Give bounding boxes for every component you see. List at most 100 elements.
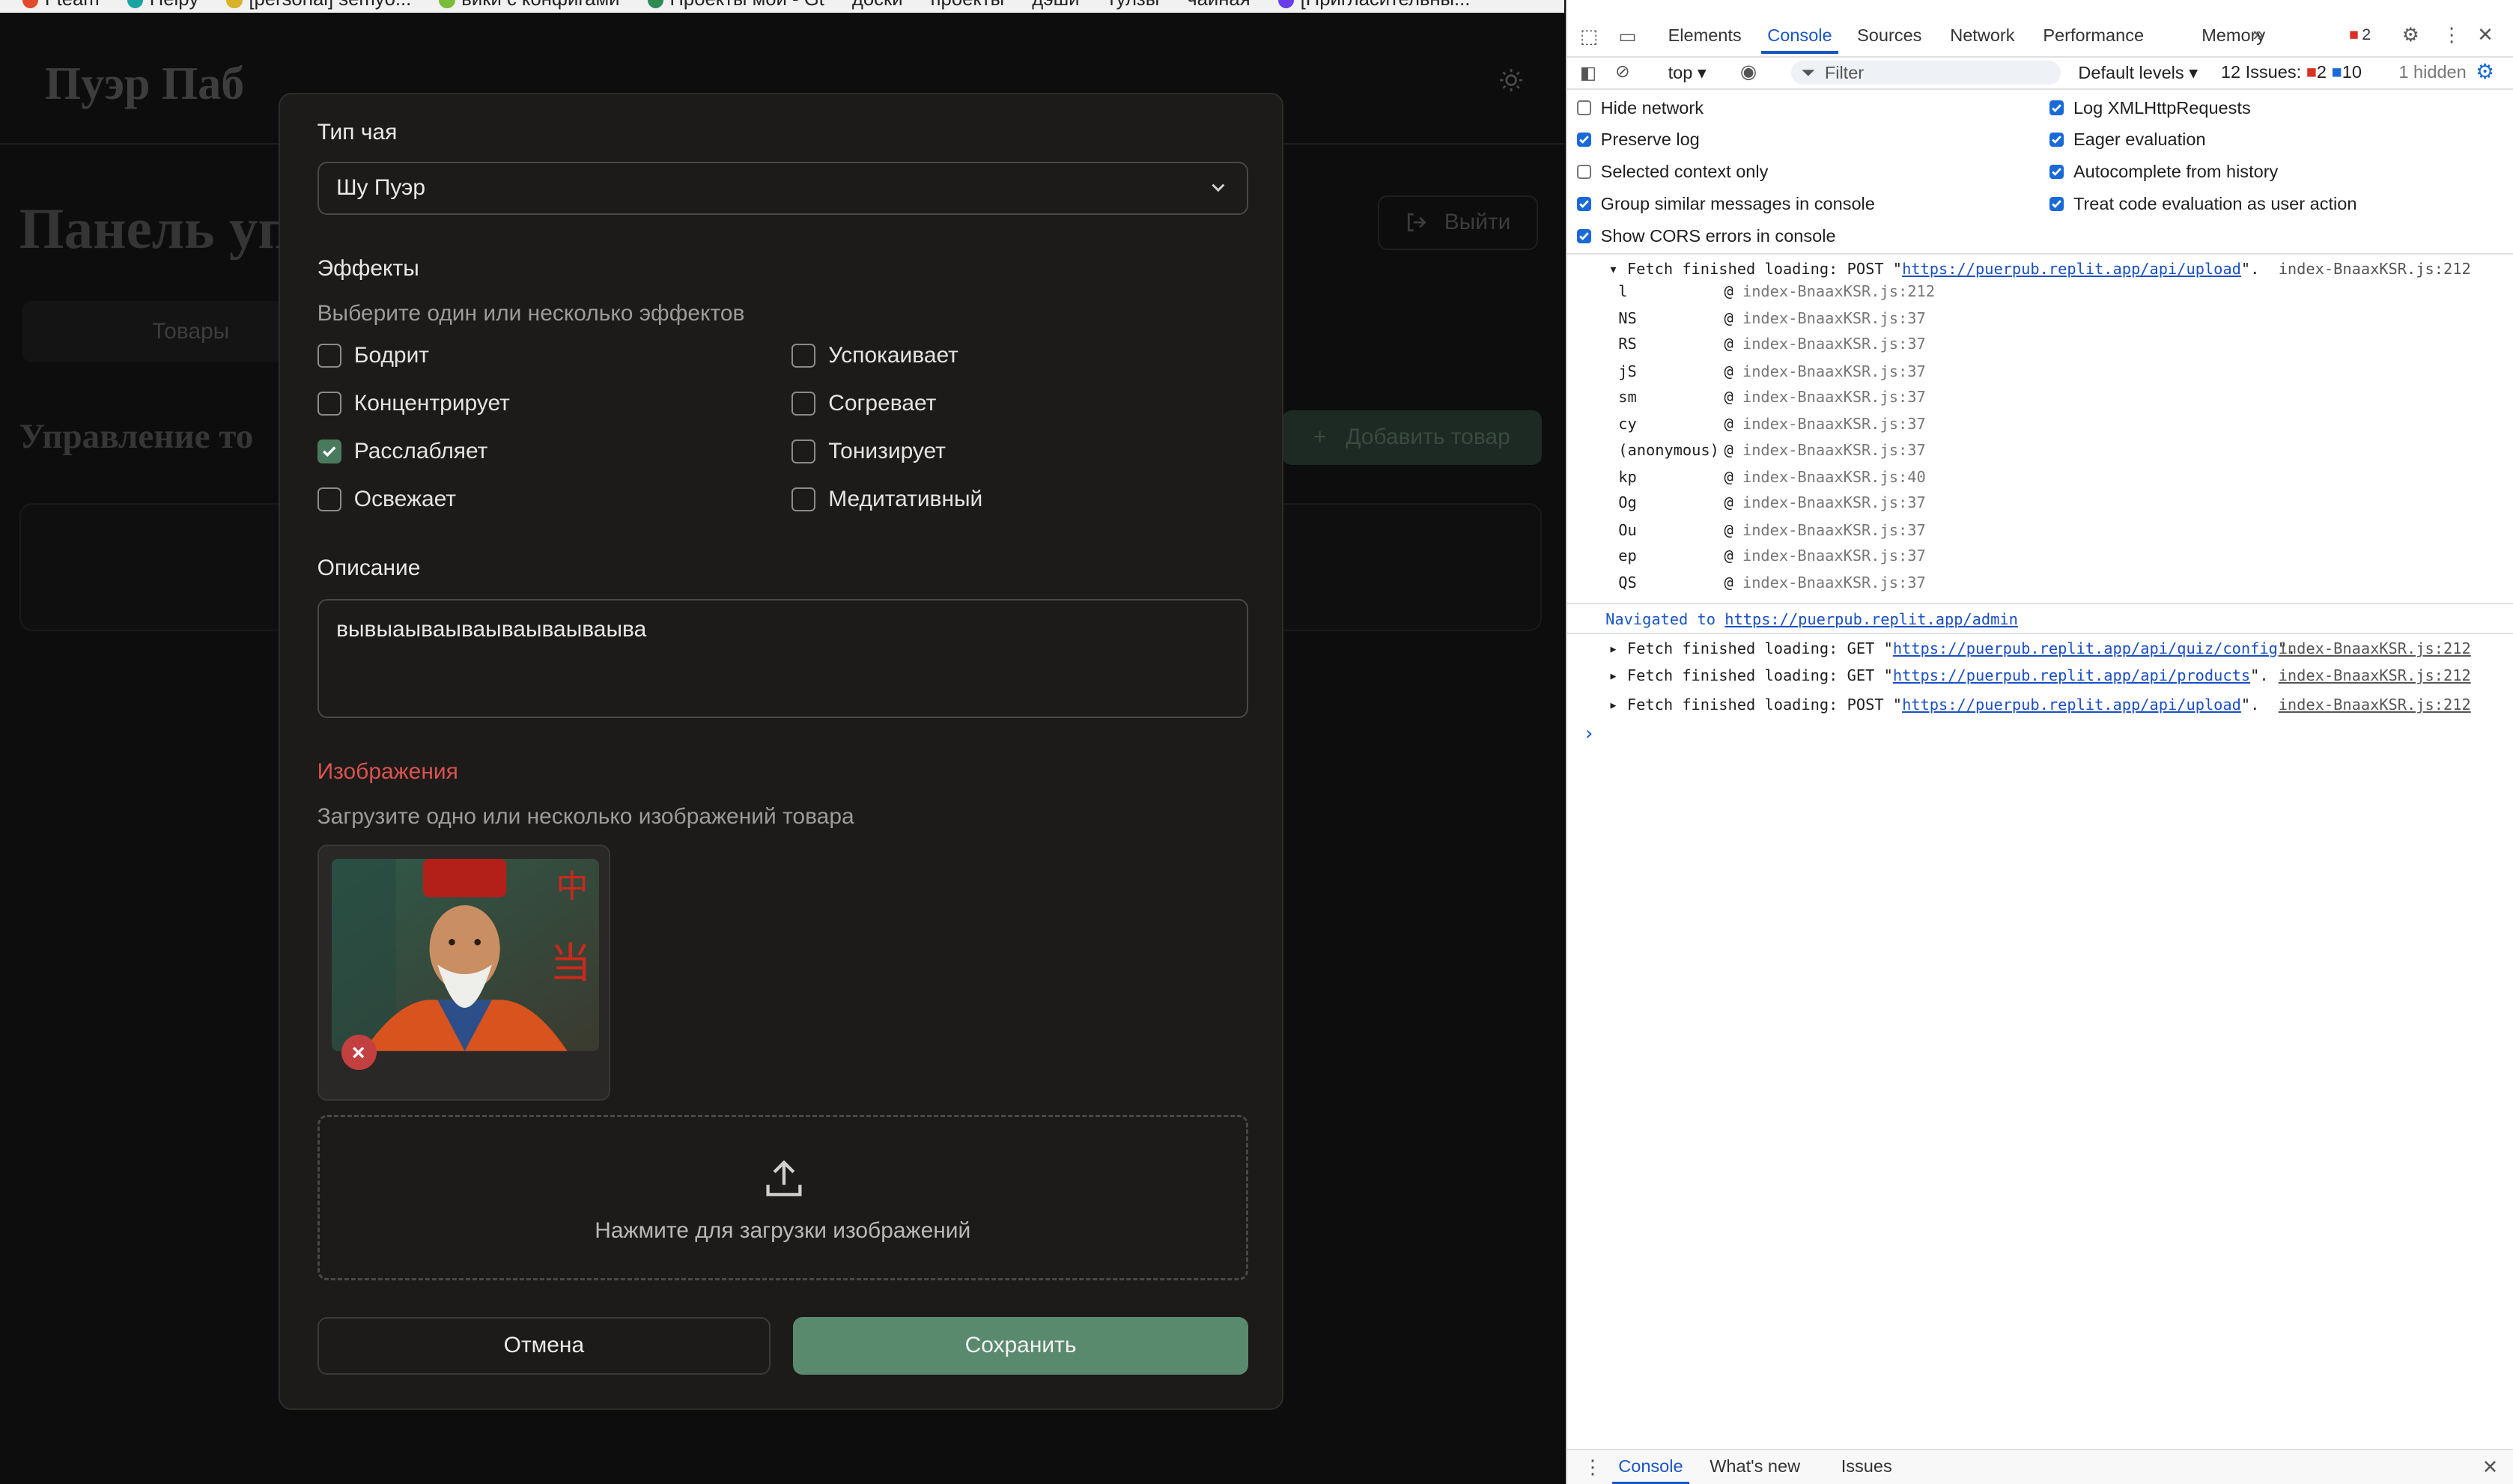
- drawer-tab-console[interactable]: Console: [1611, 1456, 1690, 1484]
- log-url-link[interactable]: https://puerpub.replit.app/api/products: [1893, 666, 2250, 684]
- log-url-link[interactable]: https://puerpub.replit.app/api/quiz/conf…: [1893, 639, 2278, 657]
- close-icon[interactable]: ✕: [2477, 24, 2494, 46]
- tea-type-select[interactable]: Шу Пуэр: [317, 161, 1248, 215]
- expand-triangle-icon[interactable]: ▸: [1608, 696, 1617, 714]
- bookmark-folder[interactable]: чайная: [1187, 0, 1250, 10]
- stack-frame-link[interactable]: index-BnaaxKSR.js:37: [1742, 335, 1926, 353]
- checkbox-box[interactable]: [791, 487, 816, 512]
- option-group-similar[interactable]: Group similar messages in console: [1576, 194, 1875, 214]
- add-product-button[interactable]: + Добавить товар: [1282, 410, 1542, 465]
- log-source-link[interactable]: index-BnaaxKSR.js:212: [2279, 666, 2471, 684]
- console-message[interactable]: ▸ Fetch finished loading: POST "https://…: [1608, 696, 2470, 714]
- checkbox-box[interactable]: [317, 343, 341, 368]
- log-source-link[interactable]: index-BnaaxKSR.js:212: [2279, 639, 2471, 657]
- tab-console[interactable]: Console: [1760, 25, 1839, 53]
- checkbox-box[interactable]: [317, 487, 341, 512]
- save-button[interactable]: Сохранить: [793, 1316, 1248, 1375]
- stack-frame-link[interactable]: index-BnaaxKSR.js:37: [1742, 441, 1926, 459]
- context-select[interactable]: top ▾: [1668, 62, 1707, 83]
- tab-sources[interactable]: Sources: [1857, 25, 1921, 46]
- checkbox[interactable]: [2049, 100, 2064, 115]
- checkbox[interactable]: [2049, 196, 2064, 212]
- log-url-link[interactable]: https://puerpub.replit.app/api/upload: [1902, 696, 2241, 714]
- checkbox[interactable]: [1576, 165, 1591, 180]
- image-upload-dropzone[interactable]: Нажмите для загрузки изображений: [317, 1115, 1248, 1280]
- bookmark-item[interactable]: Helpy: [127, 0, 198, 10]
- site-logo[interactable]: Пуэр Паб: [45, 58, 244, 111]
- option-selected-context[interactable]: Selected context only: [1576, 162, 1768, 182]
- stack-frame-link[interactable]: index-BnaaxKSR.js:40: [1742, 468, 1926, 486]
- inspect-icon[interactable]: ⬚: [1580, 25, 1598, 48]
- description-textarea[interactable]: вывыаываываываываываыва: [317, 599, 1248, 718]
- eye-icon[interactable]: ◉: [1740, 61, 1757, 83]
- option-log-xhr[interactable]: Log XMLHttpRequests: [2049, 98, 2251, 118]
- bookmark-folder[interactable]: проекты: [931, 0, 1004, 10]
- stack-frame-link[interactable]: index-BnaaxKSR.js:37: [1742, 309, 1926, 327]
- tab-elements[interactable]: Elements: [1668, 25, 1742, 46]
- logout-button[interactable]: Выйти: [1378, 195, 1539, 250]
- issues-counter[interactable]: 12 Issues: ■2 ■10: [2221, 62, 2362, 82]
- checkbox-box[interactable]: [791, 391, 816, 416]
- stack-frame-link[interactable]: index-BnaaxKSR.js:37: [1742, 362, 1926, 380]
- bookmark-folder[interactable]: доски: [852, 0, 903, 10]
- effect-checkbox[interactable]: Медитативный: [791, 487, 982, 512]
- bookmark-item[interactable]: вики с конфигами: [439, 0, 619, 10]
- bookmark-folder[interactable]: дэши: [1032, 0, 1079, 10]
- checkbox[interactable]: [2049, 165, 2064, 180]
- tab-network[interactable]: Network: [1950, 25, 2014, 46]
- clear-console-icon[interactable]: ⊘: [1615, 61, 1630, 82]
- effect-checkbox[interactable]: Согревает: [791, 391, 936, 416]
- gear-icon[interactable]: ⚙: [2402, 24, 2419, 46]
- drawer-tab-whats-new[interactable]: What's new: [1710, 1456, 1800, 1477]
- navigated-url-link[interactable]: https://puerpub.replit.app/admin: [1725, 610, 2018, 628]
- checkbox-box[interactable]: [791, 440, 816, 464]
- bookmark-item[interactable]: [personal] semyo...: [226, 0, 411, 10]
- drawer-tab-issues[interactable]: Issues: [1841, 1456, 1892, 1477]
- stack-frame-link[interactable]: index-BnaaxKSR.js:37: [1742, 388, 1926, 406]
- close-drawer-icon[interactable]: ✕: [2482, 1456, 2499, 1479]
- bookmark-folder[interactable]: тулзы: [1107, 0, 1160, 10]
- effect-checkbox[interactable]: Освежает: [317, 487, 456, 512]
- tab-performance[interactable]: Performance: [2043, 25, 2144, 46]
- expand-triangle-icon[interactable]: ▸: [1608, 639, 1617, 657]
- kebab-menu-icon[interactable]: ⋮: [2442, 24, 2461, 46]
- checkbox-box[interactable]: [317, 440, 341, 464]
- stack-frame-link[interactable]: index-BnaaxKSR.js:37: [1742, 521, 1926, 539]
- checkbox[interactable]: [1576, 228, 1591, 243]
- error-badge[interactable]: ■ 2: [2349, 25, 2371, 44]
- checkbox[interactable]: [1576, 196, 1591, 212]
- log-url-link[interactable]: https://puerpub.replit.app/api/upload: [1902, 260, 2241, 278]
- console-prompt[interactable]: ›: [1583, 723, 1594, 745]
- option-autocomplete[interactable]: Autocomplete from history: [2049, 162, 2278, 182]
- stack-frame-link[interactable]: index-BnaaxKSR.js:37: [1742, 415, 1926, 433]
- expand-triangle-icon[interactable]: ▸: [1608, 666, 1617, 684]
- expand-triangle-icon[interactable]: ▾: [1608, 260, 1617, 278]
- checkbox-box[interactable]: [791, 343, 816, 368]
- checkbox[interactable]: [2049, 133, 2064, 148]
- bookmark-item[interactable]: [Пригласительны...: [1277, 0, 1470, 10]
- effect-checkbox[interactable]: Тонизирует: [791, 439, 946, 464]
- effect-checkbox[interactable]: Бодрит: [317, 343, 429, 368]
- log-source-link[interactable]: index-BnaaxKSR.js:212: [2279, 260, 2471, 278]
- bookmark-item[interactable]: Fteam: [22, 0, 100, 10]
- checkbox-box[interactable]: [317, 391, 341, 416]
- option-cors-errors[interactable]: Show CORS errors in console: [1576, 226, 1836, 246]
- console-settings-icon[interactable]: ⚙: [2476, 59, 2494, 84]
- filter-input[interactable]: ⏷ Filter: [1791, 61, 2061, 85]
- console-message[interactable]: ▸ Fetch finished loading: GET "https://p…: [1608, 639, 2470, 657]
- sun-icon[interactable]: [1498, 67, 1528, 97]
- effect-checkbox[interactable]: Концентрирует: [317, 391, 510, 416]
- effect-checkbox[interactable]: Расслабляет: [317, 439, 487, 464]
- option-treat-user-action[interactable]: Treat code evaluation as user action: [2049, 194, 2356, 214]
- option-hide-network[interactable]: Hide network: [1576, 98, 1704, 118]
- console-message[interactable]: ▸ Fetch finished loading: GET "https://p…: [1608, 666, 2470, 684]
- stack-frame-link[interactable]: index-BnaaxKSR.js:212: [1742, 282, 1935, 300]
- checkbox[interactable]: [1576, 133, 1591, 148]
- log-levels-select[interactable]: Default levels ▾: [2078, 62, 2198, 83]
- stack-frame-link[interactable]: index-BnaaxKSR.js:37: [1742, 574, 1926, 592]
- option-preserve-log[interactable]: Preserve log: [1576, 130, 1700, 150]
- bookmark-item[interactable]: Проекты мои - Gt: [647, 0, 824, 10]
- cancel-button[interactable]: Отмена: [317, 1316, 771, 1375]
- checkbox[interactable]: [1576, 100, 1591, 115]
- option-eager-eval[interactable]: Eager evaluation: [2049, 130, 2206, 150]
